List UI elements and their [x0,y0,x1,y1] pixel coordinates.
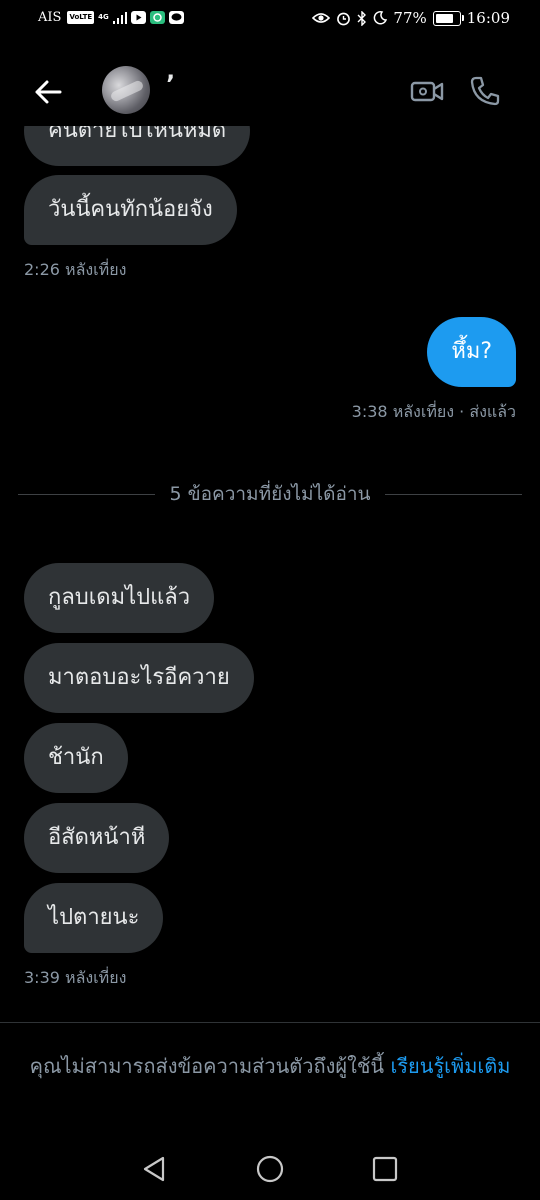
clock: 16:09 [466,9,510,27]
conversation-header: ’ [0,56,540,126]
back-button[interactable] [30,74,66,110]
recents-square-icon [372,1156,398,1182]
incoming-message[interactable]: ช้านัก [24,723,128,793]
eye-icon [312,13,331,23]
battery-percent: 77% [393,9,427,27]
nav-recents-button[interactable] [370,1154,400,1184]
volte-badge: VoLTE [67,11,95,24]
incoming-message[interactable]: คนตายไปไหนหมด [24,126,251,166]
phone-icon [470,76,500,106]
back-arrow-icon [35,80,62,104]
youtube-icon [130,11,146,24]
alarm-icon [337,12,351,25]
nav-back-button[interactable] [140,1154,170,1184]
contact-name[interactable]: ’ [166,70,175,98]
unread-divider: 5 ข้อความที่ยังไม่ได้อ่าน [18,482,523,506]
signal-icon [112,11,127,24]
network-type: 4G [98,13,109,21]
video-call-button[interactable] [410,74,444,108]
unread-count-label: 5 ข้อความที่ยังไม่ได้อ่าน [169,483,371,505]
moon-icon [374,11,388,25]
message-timestamp: 3:39 หลังเที่ยง [24,968,127,987]
voice-call-button[interactable] [468,74,502,108]
line-app-icon [168,11,184,24]
dm-restricted-notice: คุณไม่สามารถส่งข้อความส่วนตัวถึงผู้ใช้นี… [0,1022,540,1121]
message-timestamp: 2:26 หลังเที่ยง [24,260,127,279]
status-bar: AIS VoLTE 4G 77% 16:09 [0,0,540,36]
incoming-message[interactable]: ไปตายนะ [24,883,164,953]
carrier-label: AIS [38,10,62,25]
outgoing-message[interactable]: หึ้ม? [427,317,516,387]
contact-avatar[interactable] [102,66,150,114]
status-left: AIS VoLTE 4G [38,10,184,25]
status-right: 77% 16:09 [312,9,510,27]
incoming-message[interactable]: มาตอบอะไรอีควาย [24,643,254,713]
back-triangle-icon [143,1156,165,1182]
notice-text-block: คุณไม่สามารถส่งข้อความส่วนตัวถึงผู้ใช้นี… [20,1049,520,1083]
bluetooth-icon [357,10,367,26]
divider-line [384,493,523,495]
system-nav-bar [0,1130,540,1200]
battery-icon [432,10,464,26]
incoming-message[interactable]: วันนี้คนทักน้อยจัง [24,175,237,245]
video-camera-icon [410,81,444,102]
divider-line [18,493,156,495]
home-circle-icon [256,1155,284,1183]
notice-text: คุณไม่สามารถส่งข้อความส่วนตัวถึงผู้ใช้นี… [29,1054,385,1078]
incoming-message[interactable]: กูลบเดมไปแล้ว [24,563,215,633]
learn-more-link[interactable]: เรียนรู้เพิ่มเติม [390,1054,510,1078]
nav-home-button[interactable] [255,1154,285,1184]
messaging-app-icon [149,11,165,24]
message-status: 3:38 หลังเที่ยง · ส่งแล้ว [351,402,516,421]
incoming-message[interactable]: อีสัดหน้าหี [24,803,170,873]
